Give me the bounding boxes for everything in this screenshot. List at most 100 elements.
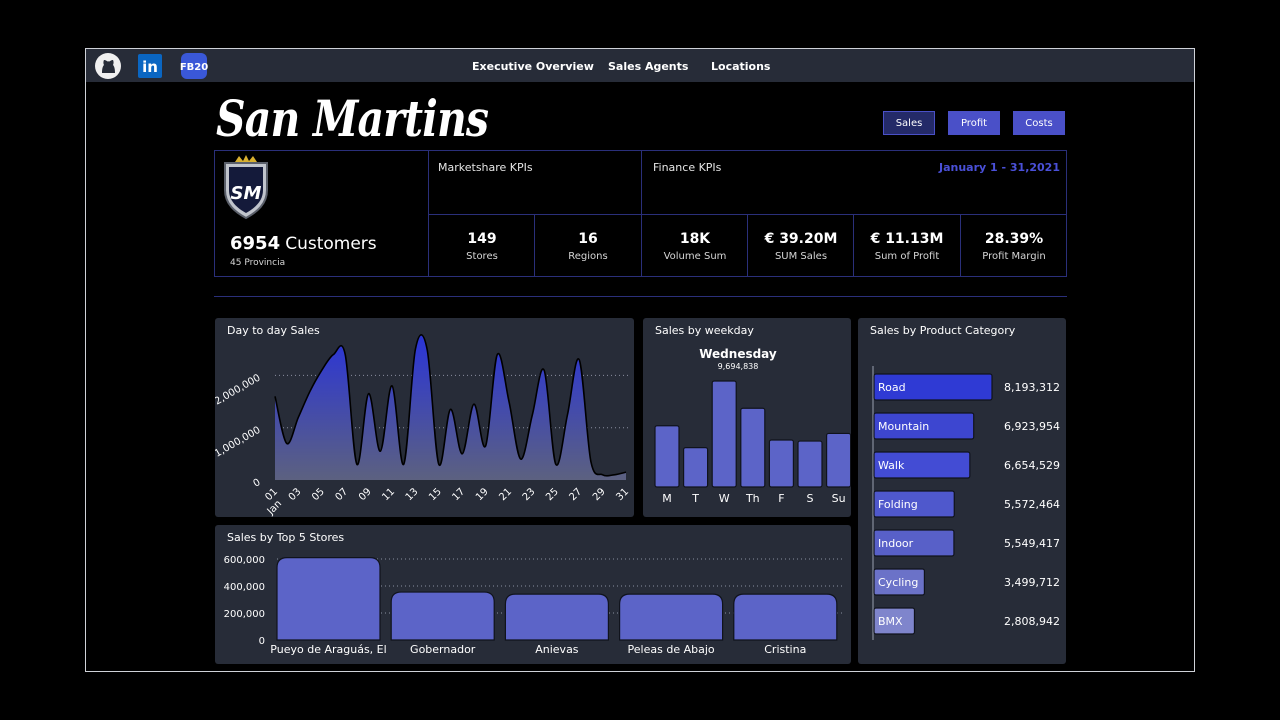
x-tick-label: 25: [544, 486, 561, 503]
weekday-bar: [797, 440, 823, 488]
category-label: Walk: [878, 459, 905, 472]
sales-button[interactable]: Sales: [883, 111, 935, 135]
weekday-label: Su: [832, 492, 846, 505]
x-tick-label: 23: [521, 486, 538, 503]
category-label: BMX: [878, 615, 903, 628]
kpi-profit-value: € 11.13M: [870, 231, 944, 247]
company-logo: SM: [221, 154, 271, 220]
weekday-label: M: [662, 492, 672, 505]
store-bar: [619, 593, 724, 641]
weekday-label: W: [719, 492, 730, 505]
category-label: Road: [878, 381, 906, 394]
weekday-label: S: [807, 492, 814, 505]
x-tick-label: 09: [357, 486, 374, 503]
store-bar: [504, 593, 609, 641]
kpi-profit-label: Sum of Profit: [874, 251, 940, 262]
store-label: Gobernador: [410, 643, 476, 656]
top-stores-chart: 0 200,000 400,000 600,000 Pueyo de Araguás, …: [224, 555, 845, 656]
x-tick-label: 27: [568, 486, 585, 503]
category-value-label: 5,549,417: [1004, 537, 1060, 550]
category-label: Mountain: [878, 420, 929, 433]
sales-area: [275, 334, 626, 480]
weekday-label: Th: [745, 492, 760, 505]
store-label: Anievas: [535, 643, 579, 656]
y-tick-label: 200,000: [224, 609, 265, 620]
y-tick-label: 600,000: [224, 555, 265, 566]
marketshare-header: Marketshare KPIs: [438, 161, 533, 174]
day-to-day-sales-panel: Day to day Sales 0 1,000,000 2,000,000 01 03…: [215, 318, 634, 517]
linkedin-label: in: [142, 58, 158, 76]
customers-label: Customers: [285, 234, 377, 254]
kpi-regions-value: 16: [578, 231, 598, 247]
kpi-stores-label: Stores: [466, 251, 498, 262]
y-tick-label: 400,000: [224, 582, 265, 593]
store-label: Peleas de Abajo: [628, 643, 715, 656]
category-label: Indoor: [878, 537, 914, 550]
weekday-sales-panel: Sales by weekday Wednesday 9,694,838 MTW…: [643, 318, 851, 517]
y-tick-label: 1,000,000: [215, 425, 263, 460]
fb20-icon[interactable]: FB20: [180, 52, 208, 80]
category-value-label: 8,193,312: [1004, 381, 1060, 394]
x-tick-label: 19: [474, 486, 491, 503]
weekday-chart: M T W Th F S Su: [654, 380, 851, 505]
category-chart: Road 8,193,312 Mountain 6,923,954 Walk 6,654,…: [872, 366, 1060, 640]
category-value-label: 6,654,529: [1004, 459, 1060, 472]
customers-kpi: 6954 Customers: [230, 233, 377, 254]
store-label: Cristina: [764, 643, 806, 656]
x-tick-label: 05: [310, 486, 327, 503]
kpi-regions-label: Regions: [568, 251, 608, 262]
linkedin-icon[interactable]: in: [136, 52, 164, 80]
x-tick-label: 07: [334, 486, 351, 503]
dashboard-frame: in FB20 Executive Overview Sales Agents …: [85, 48, 1195, 672]
product-category-panel: Sales by Product Category Road 8,193,312 M…: [858, 318, 1066, 664]
weekday-bar: [682, 447, 709, 488]
finance-header: Finance KPIs: [653, 161, 722, 174]
category-value-label: 3,499,712: [1004, 576, 1060, 589]
y-tick-label: 0: [251, 477, 262, 490]
weekday-bar: [768, 439, 795, 488]
weekday-bar: [654, 425, 680, 488]
x-tick-label: 31: [614, 486, 631, 503]
category-label: Folding: [878, 498, 918, 511]
nav-sales-agents[interactable]: Sales Agents: [608, 60, 688, 73]
x-tick-label: 03: [287, 486, 304, 503]
store-label: Pueyo de Araguás, El: [270, 643, 386, 656]
x-tick-label: 15: [427, 486, 444, 503]
weekday-label: F: [778, 492, 784, 505]
weekday-bar: [740, 407, 766, 488]
costs-button[interactable]: Costs: [1013, 111, 1065, 135]
fb20-label: FB20: [180, 62, 208, 73]
category-value-label: 5,572,464: [1004, 498, 1060, 511]
customers-sub: 45 Provincia: [230, 258, 286, 268]
y-tick-label: 2,000,000: [215, 372, 263, 407]
section-divider: [214, 296, 1067, 297]
brand-title: San Martins: [216, 89, 489, 148]
kpi-volume-value: 18K: [679, 231, 711, 247]
top-navbar: in FB20 Executive Overview Sales Agents …: [86, 49, 1194, 82]
profit-button[interactable]: Profit: [948, 111, 1000, 135]
x-tick-label: 13: [404, 486, 421, 503]
category-label: Cycling: [878, 576, 918, 589]
category-value-label: 2,808,942: [1004, 615, 1060, 628]
x-tick-label: 21: [497, 486, 514, 503]
store-bar: [276, 557, 381, 641]
customers-count: 6954: [230, 233, 281, 254]
nav-executive-overview[interactable]: Executive Overview: [472, 60, 594, 73]
weekday-label: T: [691, 492, 699, 505]
nav-locations[interactable]: Locations: [711, 60, 770, 73]
github-icon[interactable]: [94, 52, 122, 80]
day-sales-chart: 01,000,0002,000,00001 03 05 07 09 11 13 15 17 19 2…: [215, 334, 631, 517]
store-bar: [390, 591, 495, 641]
kpi-stores-value: 149: [467, 231, 497, 247]
x-tick-label: 29: [591, 486, 608, 503]
kpi-volume-label: Volume Sum: [663, 251, 727, 262]
logo-monogram: SM: [231, 183, 262, 204]
weekday-bar: [711, 380, 737, 488]
x-tick-label: 17: [451, 486, 468, 503]
kpi-card: SM 6954 Customers 45 Provincia Marketsha…: [214, 150, 1067, 277]
date-range: January 1 - 31,2021: [938, 161, 1060, 174]
top-stores-panel: Sales by Top 5 Stores 0 200,000 400,000 600…: [215, 525, 851, 664]
weekday-bar: [826, 432, 851, 488]
x-tick-label: 11: [380, 486, 397, 503]
x-sublabel: Jan: [265, 498, 284, 517]
